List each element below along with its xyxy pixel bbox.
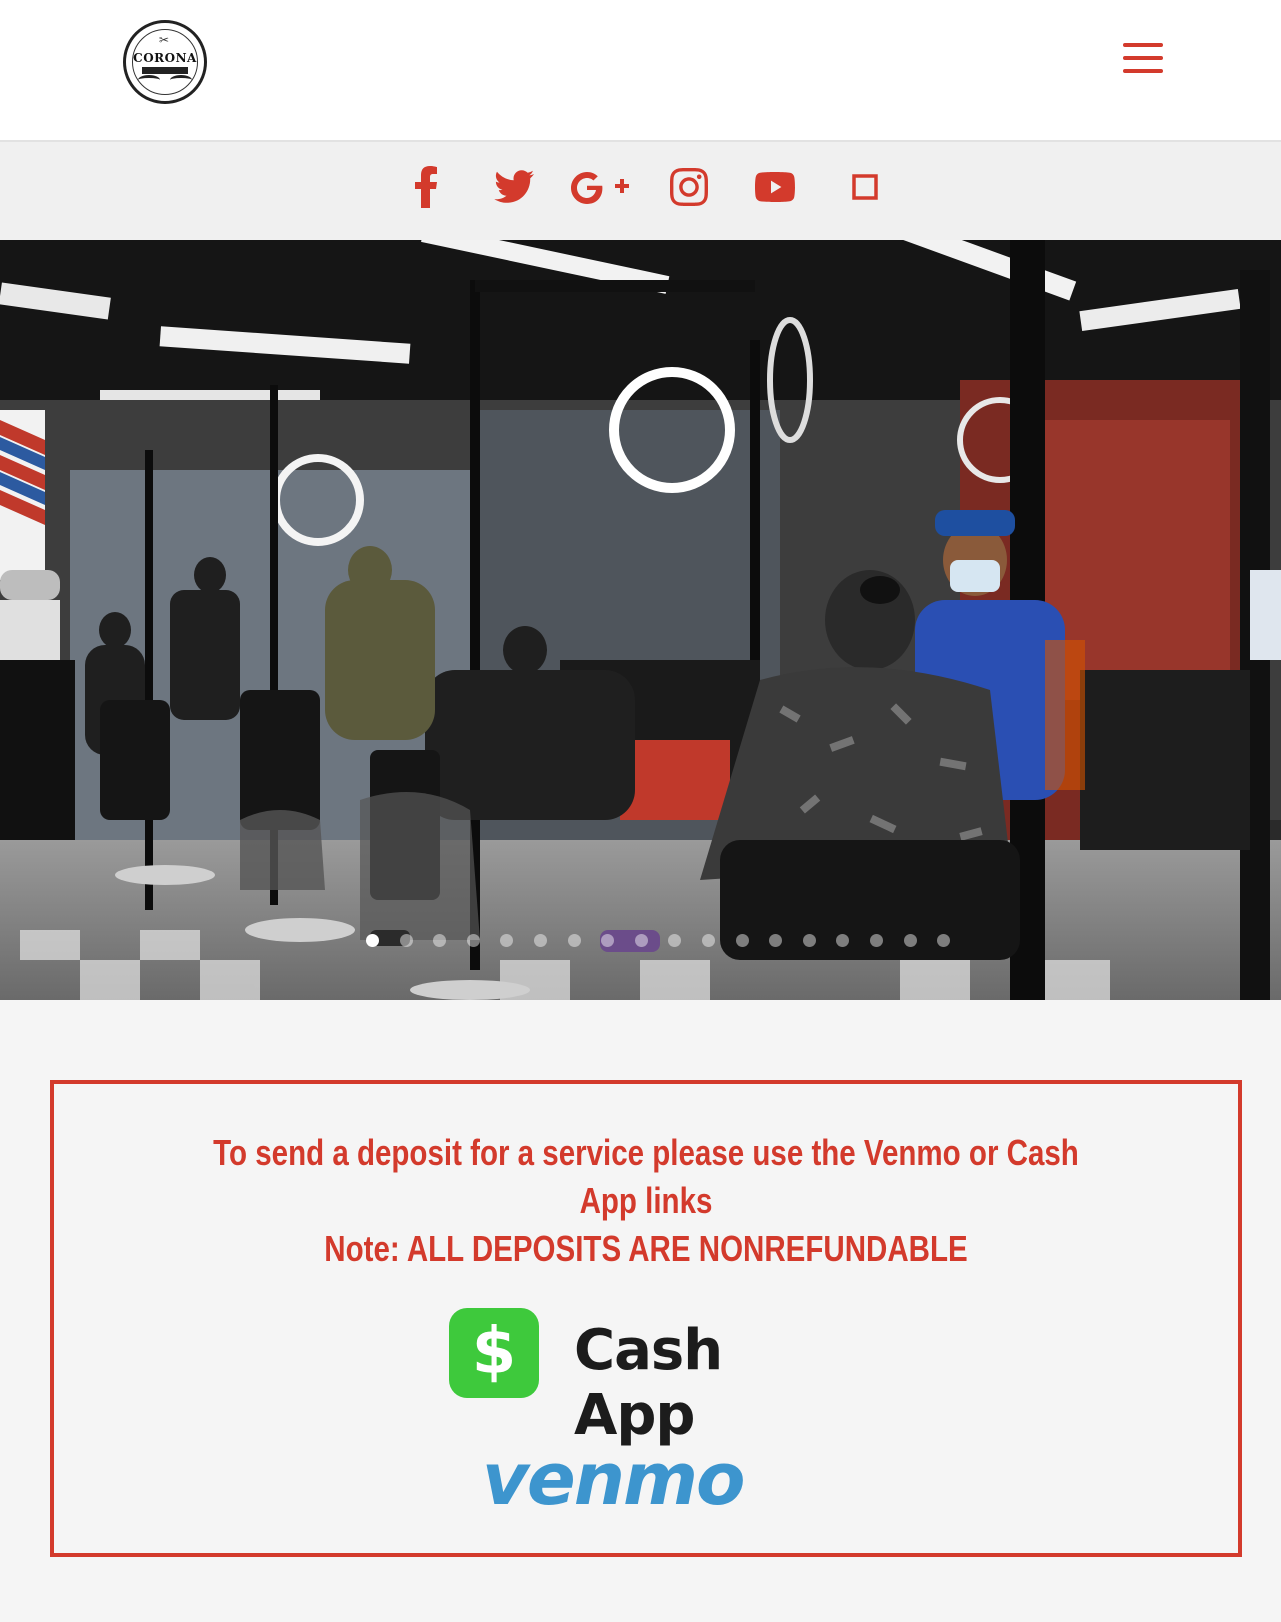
slider-dot[interactable]: [735, 934, 749, 947]
slider-dot[interactable]: [534, 934, 547, 947]
slider-dot[interactable]: [769, 934, 783, 947]
menu-bar: [1123, 69, 1163, 73]
slider-dot[interactable]: [500, 934, 514, 947]
slider-dot[interactable]: [433, 934, 447, 947]
dollar-sign: $: [471, 1315, 517, 1389]
slider-dot[interactable]: [802, 934, 816, 947]
instagram-icon[interactable]: [668, 162, 710, 212]
menu-bar: [1123, 43, 1163, 47]
cashapp-link[interactable]: $ Cash App: [449, 1308, 859, 1448]
menu-bar: [1123, 56, 1163, 60]
slider-dot[interactable]: [567, 934, 581, 947]
youtube-icon[interactable]: [754, 162, 796, 212]
corona-barber-shop-logo[interactable]: ✂ CORONA: [123, 20, 207, 104]
logo-banner: [142, 67, 188, 74]
site-header: ✂ CORONA: [0, 0, 1281, 142]
slider-dot[interactable]: [601, 934, 615, 947]
cashapp-logo-icon: $: [449, 1308, 539, 1398]
slider-dot[interactable]: [870, 934, 883, 947]
slider-dot[interactable]: [668, 934, 682, 947]
twitter-icon[interactable]: [492, 162, 536, 212]
slider-dot[interactable]: [466, 934, 480, 947]
deposit-note: Note: ALL DEPOSITS ARE NONREFUNDABLE: [324, 1228, 968, 1269]
scissors-icon: ✂: [159, 33, 170, 47]
slider-dot[interactable]: [903, 934, 917, 947]
deposit-box: To send a deposit for a service please u…: [50, 1080, 1242, 1557]
slider-dot[interactable]: [366, 934, 379, 947]
social-bar: [0, 142, 1281, 240]
google-plus-icon[interactable]: [568, 162, 630, 212]
deposit-instructions: To send a deposit for a service please u…: [193, 1129, 1098, 1273]
facebook-icon[interactable]: [408, 162, 444, 212]
venmo-logo: venmo: [482, 1437, 746, 1521]
slider-dot[interactable]: [937, 934, 951, 947]
barbershop-photo: [0, 240, 1281, 1000]
hamburger-menu-icon[interactable]: [1123, 43, 1163, 75]
deposit-line-1: To send a deposit for a service please u…: [213, 1132, 1079, 1221]
slider-dot[interactable]: [634, 934, 648, 947]
cashapp-label: Cash App: [574, 1318, 723, 1448]
logo-text: CORONA: [133, 51, 197, 65]
venmo-link[interactable]: venmo: [474, 1437, 794, 1521]
slider-dot[interactable]: [702, 934, 715, 947]
logo-wing-left: [138, 75, 160, 85]
slider-dot[interactable]: [836, 934, 850, 947]
square-icon[interactable]: [850, 162, 880, 212]
slider-dots: [0, 934, 1281, 950]
hero-slider[interactable]: [0, 240, 1281, 1000]
logo-wing-right: [170, 75, 192, 85]
slider-dot[interactable]: [399, 934, 413, 947]
